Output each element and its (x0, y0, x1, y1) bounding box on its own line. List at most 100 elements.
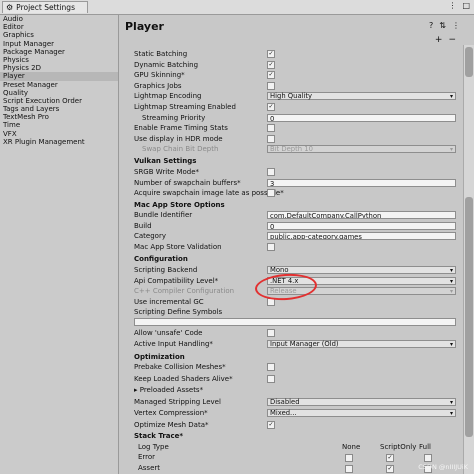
window-controls: ⋮ □ (448, 1, 470, 10)
list-toolbar: + − (435, 35, 456, 45)
setting-field[interactable]: 3 (267, 178, 456, 187)
stacktrace-checkbox[interactable]: ✓ (386, 454, 394, 462)
setting-row: Lightmap Streaming Enabled ✓ (134, 102, 456, 112)
menu-icon[interactable]: ⋮ (448, 1, 456, 10)
sidebar-item[interactable]: Graphics (0, 31, 118, 39)
sidebar-item[interactable]: Editor (0, 23, 118, 31)
title-bar: ⚙ Project Settings ⋮ □ (0, 0, 474, 15)
sidebar-item[interactable]: Player (0, 72, 118, 81)
setting-label: Allow 'unsafe' Code (134, 329, 203, 337)
setting-label: Scripting Backend (134, 266, 198, 274)
sidebar-item[interactable]: Package Manager (0, 48, 118, 56)
close-icon[interactable]: □ (462, 1, 470, 10)
stacktrace-checkbox[interactable] (345, 464, 353, 473)
setting-label: Build (134, 221, 152, 230)
setting-checkbox[interactable] (267, 168, 275, 176)
setting-field[interactable]: com.DefaultCompany.CallPython (267, 211, 456, 219)
window-tab[interactable]: ⚙ Project Settings (2, 1, 88, 13)
menu-icon[interactable]: ⋮ (452, 21, 460, 30)
setting-label: Acquire swapchain image late as possible… (134, 189, 284, 198)
setting-row: Optimize Mesh Data* ✓ (134, 420, 456, 430)
setting-label: Category (134, 232, 166, 241)
sidebar-item[interactable]: Quality (0, 89, 118, 97)
setting-row: Mac App Store Validation (134, 242, 456, 252)
setting-row: Managed Stripping Level Disabled (134, 397, 456, 407)
setting-checkbox[interactable] (267, 124, 275, 133)
setting-label: Use display in HDR mode (134, 134, 223, 143)
setting-label: Managed Stripping Level (134, 397, 221, 406)
sidebar-item[interactable]: Audio (0, 15, 118, 23)
setting-checkbox[interactable]: ✓ (267, 103, 275, 111)
setting-label: Dynamic Batching (134, 60, 199, 69)
remove-icon[interactable]: − (448, 35, 456, 45)
setting-label: Use incremental GC (134, 297, 204, 306)
settings-sidebar: Audio Editor Graphics Input Manager Package … (0, 15, 119, 474)
sidebar-item[interactable]: Preset Manager (0, 81, 118, 89)
setting-label: Scripting Define Symbols (134, 308, 223, 317)
sidebar-item[interactable]: Physics 2D (0, 64, 118, 72)
setting-field[interactable]: 0 (267, 221, 456, 230)
sidebar-item[interactable]: Script Execution Order (0, 97, 118, 105)
stacktrace-header: None (342, 443, 361, 451)
add-icon[interactable]: + (435, 35, 443, 45)
setting-checkbox[interactable]: ✓ (267, 50, 275, 58)
stacktrace-checkbox[interactable] (424, 454, 432, 462)
section-header: Vulkan Settings (134, 157, 197, 165)
setting-row: Number of swapchain buffers* 3 (134, 178, 456, 188)
sidebar-item[interactable]: VFX (0, 130, 118, 138)
sidebar-item[interactable]: XR Plugin Management (0, 138, 118, 146)
scripting-define-symbols-input[interactable] (134, 318, 456, 326)
setting-checkbox[interactable]: ✓ (267, 71, 275, 80)
setting-label: Optimize Mesh Data* (134, 420, 209, 429)
sidebar-item[interactable]: Physics (0, 56, 118, 64)
setting-checkbox[interactable] (267, 363, 275, 371)
preset-icon[interactable]: ⇅ (439, 21, 446, 30)
setting-label: Mac App Store Validation (134, 242, 222, 251)
setting-checkbox[interactable] (267, 242, 275, 251)
setting-dropdown[interactable]: Mixed... (267, 409, 456, 417)
setting-checkbox[interactable] (267, 134, 275, 143)
setting-label: SRGB Write Mode* (134, 168, 200, 176)
sidebar-item[interactable]: Tags and Layers (0, 105, 118, 113)
setting-field[interactable]: public.app-category.games (267, 232, 456, 241)
setting-row: Scripting Define Symbols (134, 307, 456, 317)
stacktrace-checkbox[interactable]: ✓ (386, 464, 394, 473)
setting-label: Vertex Compression* (134, 409, 208, 417)
scrollbar-thumb[interactable] (465, 197, 473, 437)
stacktrace-header: Log Type (138, 443, 169, 451)
setting-checkbox[interactable] (267, 189, 275, 198)
setting-row: Category public.app-category.games (134, 231, 456, 241)
setting-row: Swap Chain Bit Depth Bit Depth 10 (134, 144, 456, 154)
setting-label: Streaming Priority (142, 113, 206, 122)
setting-checkbox[interactable] (267, 81, 275, 90)
scrollbar[interactable] (463, 45, 474, 474)
setting-field[interactable]: 0 (267, 113, 456, 122)
setting-dropdown[interactable]: Input Manager (Old) (267, 339, 456, 348)
sidebar-item[interactable]: TextMesh Pro (0, 113, 118, 121)
section-header: Configuration (134, 255, 188, 263)
setting-checkbox[interactable]: ✓ (267, 60, 275, 69)
setting-label: Keep Loaded Shaders Alive* (134, 374, 233, 383)
setting-checkbox[interactable]: ✓ (267, 420, 275, 429)
stacktrace-checkbox[interactable] (345, 454, 353, 462)
setting-label: Active Input Handling* (134, 339, 213, 348)
gear-icon: ⚙ (6, 2, 14, 12)
setting-checkbox[interactable] (267, 329, 275, 337)
setting-row: Static Batching ✓ (134, 49, 456, 59)
sidebar-item[interactable]: Input Manager (0, 40, 118, 48)
setting-label: Graphics Jobs (134, 81, 182, 90)
setting-row: GPU Skinning* ✓ (134, 70, 456, 80)
setting-label: Number of swapchain buffers* (134, 178, 241, 187)
help-icon[interactable]: ? (429, 21, 433, 30)
setting-dropdown[interactable]: Disabled (267, 397, 456, 406)
setting-label: Static Batching (134, 50, 188, 58)
section-header: Optimization (134, 353, 185, 361)
setting-dropdown[interactable]: Mono (267, 266, 456, 274)
setting-dropdown[interactable]: High Quality (267, 92, 456, 101)
setting-label: C++ Compiler Configuration (134, 287, 235, 296)
setting-checkbox[interactable] (267, 374, 275, 383)
sidebar-item[interactable]: Time (0, 121, 118, 129)
scrollbar-thumb-top[interactable] (465, 47, 473, 77)
page-title: Player (125, 20, 164, 33)
setting-row: Allow 'unsafe' Code (134, 328, 456, 338)
